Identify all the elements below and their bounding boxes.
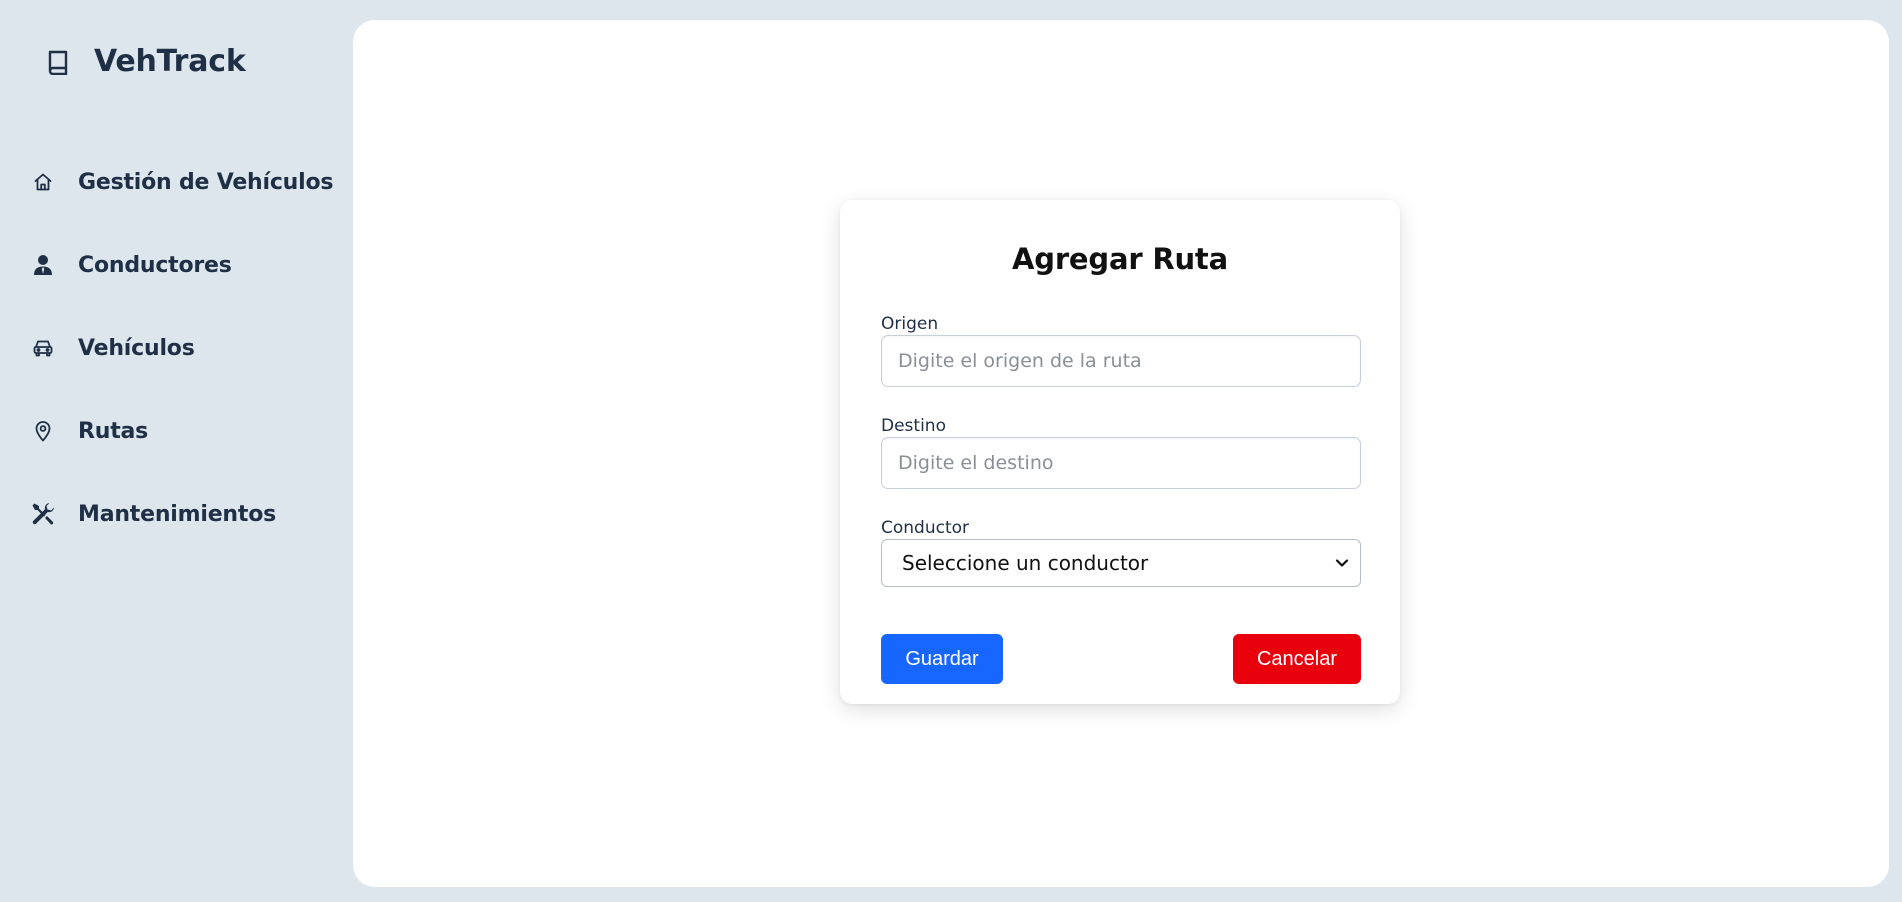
app-title: VehTrack <box>94 44 246 79</box>
brand[interactable]: VehTrack <box>44 44 246 79</box>
sidebar: VehTrack Gestión de Vehículos Conductore… <box>0 0 352 902</box>
tools-icon <box>30 501 56 527</box>
origin-label: Origen <box>881 314 939 334</box>
origin-input[interactable] <box>881 335 1361 387</box>
cancel-button[interactable]: Cancelar <box>1233 634 1361 684</box>
sidebar-item-vehiculos[interactable]: Vehículos <box>30 324 360 372</box>
sidebar-item-conductores[interactable]: Conductores <box>30 241 360 289</box>
sidebar-item-rutas[interactable]: Rutas <box>30 407 360 455</box>
chevron-down-icon <box>1334 555 1350 571</box>
form-title: Agregar Ruta <box>1012 242 1228 276</box>
app-root: VehTrack Gestión de Vehículos Conductore… <box>0 0 1902 902</box>
sidebar-item-label: Rutas <box>78 418 149 444</box>
car-icon <box>30 335 56 361</box>
main-panel: Agregar Ruta Origen Destino Conductor Se… <box>353 20 1889 887</box>
sidebar-item-label: Vehículos <box>78 335 195 361</box>
driver-label: Conductor <box>881 518 970 538</box>
user-icon <box>30 252 56 278</box>
driver-select[interactable]: Seleccione un conductor <box>881 539 1361 587</box>
destination-input[interactable] <box>881 437 1361 489</box>
destination-label: Destino <box>881 416 946 436</box>
sidebar-item-label: Mantenimientos <box>78 501 277 527</box>
sidebar-item-mantenimientos[interactable]: Mantenimientos <box>30 490 360 538</box>
driver-select-value: Seleccione un conductor <box>902 551 1149 575</box>
sidebar-item-label: Gestión de Vehículos <box>78 169 334 195</box>
map-pin-icon <box>30 418 56 444</box>
home-icon <box>30 169 56 195</box>
book-icon <box>44 45 72 79</box>
add-route-form: Agregar Ruta Origen Destino Conductor Se… <box>840 200 1400 704</box>
sidebar-item-label: Conductores <box>78 252 232 278</box>
save-button[interactable]: Guardar <box>881 634 1003 684</box>
sidebar-item-gestion-vehiculos[interactable]: Gestión de Vehículos <box>30 158 360 206</box>
sidebar-nav: Gestión de Vehículos Conductores Vehícul… <box>30 158 360 573</box>
